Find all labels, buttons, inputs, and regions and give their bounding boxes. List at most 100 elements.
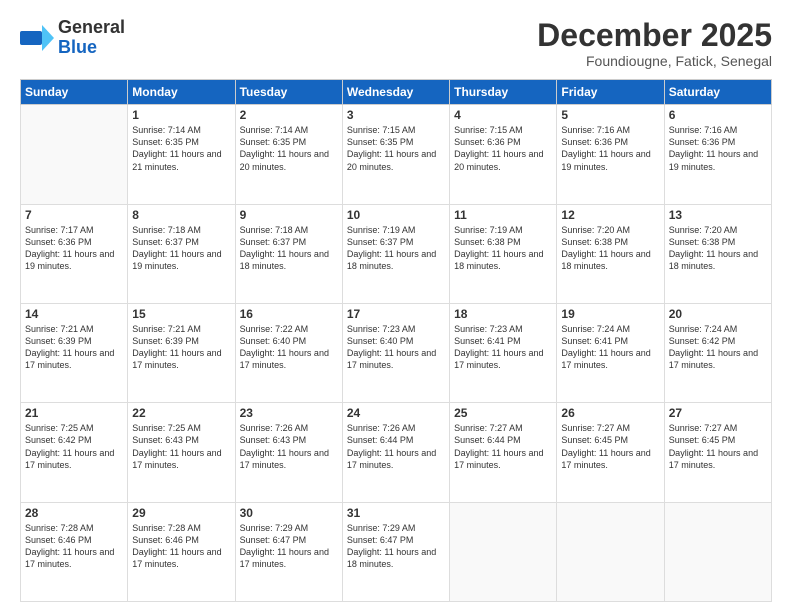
calendar-cell: 26 Sunrise: 7:27 AM Sunset: 6:45 PM Dayli…: [557, 403, 664, 502]
calendar-cell: 14 Sunrise: 7:21 AM Sunset: 6:39 PM Dayli…: [21, 303, 128, 402]
calendar-cell: 11 Sunrise: 7:19 AM Sunset: 6:38 PM Dayli…: [450, 204, 557, 303]
day-number: 23: [240, 406, 338, 420]
calendar-cell: 4 Sunrise: 7:15 AM Sunset: 6:36 PM Daylig…: [450, 105, 557, 204]
calendar-cell: 8Sunrise: 7:18 AM Sunset: 6:37 PM Daylig…: [128, 204, 235, 303]
day-info: Sunrise: 7:28 AM Sunset: 6:46 PM Dayligh…: [132, 522, 230, 571]
day-info: Sunrise: 7:15 AM Sunset: 6:36 PM Dayligh…: [454, 124, 552, 173]
calendar-cell: 29 Sunrise: 7:28 AM Sunset: 6:46 PM Dayli…: [128, 502, 235, 601]
day-info: Sunrise: 7:22 AM Sunset: 6:40 PM Dayligh…: [240, 323, 338, 372]
day-info: Sunrise: 7:26 AM Sunset: 6:43 PM Dayligh…: [240, 422, 338, 471]
day-info: Sunrise: 7:27 AM Sunset: 6:44 PM Dayligh…: [454, 422, 552, 471]
col-thursday: Thursday: [450, 80, 557, 105]
day-number: 20: [669, 307, 767, 321]
day-info: Sunrise: 7:14 AM Sunset: 6:35 PM Dayligh…: [132, 124, 230, 173]
week-row-2: 14 Sunrise: 7:21 AM Sunset: 6:39 PM Dayli…: [21, 303, 772, 402]
col-tuesday: Tuesday: [235, 80, 342, 105]
week-row-3: 21 Sunrise: 7:25 AM Sunset: 6:42 PM Dayli…: [21, 403, 772, 502]
day-info: Sunrise: 7:21 AM Sunset: 6:39 PM Dayligh…: [25, 323, 123, 372]
logo-text-blue: Blue: [58, 38, 125, 58]
day-info: Sunrise: 7:25 AM Sunset: 6:43 PM Dayligh…: [132, 422, 230, 471]
day-info: Sunrise: 7:25 AM Sunset: 6:42 PM Dayligh…: [25, 422, 123, 471]
day-number: 30: [240, 506, 338, 520]
week-row-1: 7 Sunrise: 7:17 AM Sunset: 6:36 PM Daylig…: [21, 204, 772, 303]
day-number: 26: [561, 406, 659, 420]
col-monday: Monday: [128, 80, 235, 105]
calendar-cell: [664, 502, 771, 601]
calendar-cell: 2 Sunrise: 7:14 AM Sunset: 6:35 PM Daylig…: [235, 105, 342, 204]
col-friday: Friday: [557, 80, 664, 105]
calendar-cell: 16 Sunrise: 7:22 AM Sunset: 6:40 PM Dayli…: [235, 303, 342, 402]
calendar-cell: 21 Sunrise: 7:25 AM Sunset: 6:42 PM Dayli…: [21, 403, 128, 502]
day-number: 5: [561, 108, 659, 122]
day-number: 19: [561, 307, 659, 321]
day-number: 18: [454, 307, 552, 321]
day-info: Sunrise: 7:17 AM Sunset: 6:36 PM Dayligh…: [25, 224, 123, 273]
location: Foundiougne, Fatick, Senegal: [537, 53, 772, 69]
day-info: Sunrise: 7:24 AM Sunset: 6:41 PM Dayligh…: [561, 323, 659, 372]
day-number: 12: [561, 208, 659, 222]
page: General Blue December 2025 Foundiougne, …: [0, 0, 792, 612]
day-number: 7: [25, 208, 123, 222]
calendar-cell: [21, 105, 128, 204]
col-wednesday: Wednesday: [342, 80, 449, 105]
calendar-cell: 3 Sunrise: 7:15 AM Sunset: 6:35 PM Daylig…: [342, 105, 449, 204]
day-number: 29: [132, 506, 230, 520]
day-number: 25: [454, 406, 552, 420]
day-number: 24: [347, 406, 445, 420]
day-info: Sunrise: 7:23 AM Sunset: 6:40 PM Dayligh…: [347, 323, 445, 372]
calendar-cell: 6Sunrise: 7:16 AM Sunset: 6:36 PM Daylig…: [664, 105, 771, 204]
day-info: Sunrise: 7:29 AM Sunset: 6:47 PM Dayligh…: [347, 522, 445, 571]
logo: General Blue: [20, 18, 125, 58]
calendar-cell: 20 Sunrise: 7:24 AM Sunset: 6:42 PM Dayli…: [664, 303, 771, 402]
header: General Blue December 2025 Foundiougne, …: [20, 18, 772, 69]
day-info: Sunrise: 7:14 AM Sunset: 6:35 PM Dayligh…: [240, 124, 338, 173]
day-number: 13: [669, 208, 767, 222]
day-number: 3: [347, 108, 445, 122]
logo-text-general: General: [58, 18, 125, 38]
calendar-cell: 28Sunrise: 7:28 AM Sunset: 6:46 PM Dayli…: [21, 502, 128, 601]
day-info: Sunrise: 7:19 AM Sunset: 6:38 PM Dayligh…: [454, 224, 552, 273]
day-info: Sunrise: 7:21 AM Sunset: 6:39 PM Dayligh…: [132, 323, 230, 372]
calendar-cell: 22 Sunrise: 7:25 AM Sunset: 6:43 PM Dayli…: [128, 403, 235, 502]
calendar-cell: 12Sunrise: 7:20 AM Sunset: 6:38 PM Dayli…: [557, 204, 664, 303]
calendar-cell: 1 Sunrise: 7:14 AM Sunset: 6:35 PM Daylig…: [128, 105, 235, 204]
day-number: 17: [347, 307, 445, 321]
day-number: 2: [240, 108, 338, 122]
day-info: Sunrise: 7:18 AM Sunset: 6:37 PM Dayligh…: [240, 224, 338, 273]
calendar-cell: 17 Sunrise: 7:23 AM Sunset: 6:40 PM Dayli…: [342, 303, 449, 402]
day-info: Sunrise: 7:27 AM Sunset: 6:45 PM Dayligh…: [561, 422, 659, 471]
day-info: Sunrise: 7:15 AM Sunset: 6:35 PM Dayligh…: [347, 124, 445, 173]
day-number: 8: [132, 208, 230, 222]
day-info: Sunrise: 7:27 AM Sunset: 6:45 PM Dayligh…: [669, 422, 767, 471]
day-number: 31: [347, 506, 445, 520]
day-number: 9: [240, 208, 338, 222]
month-title: December 2025: [537, 18, 772, 53]
day-number: 4: [454, 108, 552, 122]
calendar-cell: 15 Sunrise: 7:21 AM Sunset: 6:39 PM Dayli…: [128, 303, 235, 402]
day-info: Sunrise: 7:29 AM Sunset: 6:47 PM Dayligh…: [240, 522, 338, 571]
day-number: 16: [240, 307, 338, 321]
day-info: Sunrise: 7:19 AM Sunset: 6:37 PM Dayligh…: [347, 224, 445, 273]
day-number: 15: [132, 307, 230, 321]
day-info: Sunrise: 7:24 AM Sunset: 6:42 PM Dayligh…: [669, 323, 767, 372]
day-number: 11: [454, 208, 552, 222]
calendar-cell: 24Sunrise: 7:26 AM Sunset: 6:44 PM Dayli…: [342, 403, 449, 502]
calendar-cell: 13Sunrise: 7:20 AM Sunset: 6:38 PM Dayli…: [664, 204, 771, 303]
col-saturday: Saturday: [664, 80, 771, 105]
calendar-cell: 5 Sunrise: 7:16 AM Sunset: 6:36 PM Daylig…: [557, 105, 664, 204]
calendar-cell: 9 Sunrise: 7:18 AM Sunset: 6:37 PM Daylig…: [235, 204, 342, 303]
calendar-cell: 7 Sunrise: 7:17 AM Sunset: 6:36 PM Daylig…: [21, 204, 128, 303]
day-info: Sunrise: 7:16 AM Sunset: 6:36 PM Dayligh…: [561, 124, 659, 173]
title-area: December 2025 Foundiougne, Fatick, Seneg…: [537, 18, 772, 69]
day-number: 14: [25, 307, 123, 321]
calendar-cell: [450, 502, 557, 601]
calendar-cell: 30 Sunrise: 7:29 AM Sunset: 6:47 PM Dayli…: [235, 502, 342, 601]
calendar-cell: 27Sunrise: 7:27 AM Sunset: 6:45 PM Dayli…: [664, 403, 771, 502]
day-number: 21: [25, 406, 123, 420]
day-info: Sunrise: 7:28 AM Sunset: 6:46 PM Dayligh…: [25, 522, 123, 571]
day-number: 6: [669, 108, 767, 122]
day-number: 10: [347, 208, 445, 222]
day-number: 1: [132, 108, 230, 122]
calendar-header-row: Sunday Monday Tuesday Wednesday Thursday…: [21, 80, 772, 105]
day-number: 22: [132, 406, 230, 420]
